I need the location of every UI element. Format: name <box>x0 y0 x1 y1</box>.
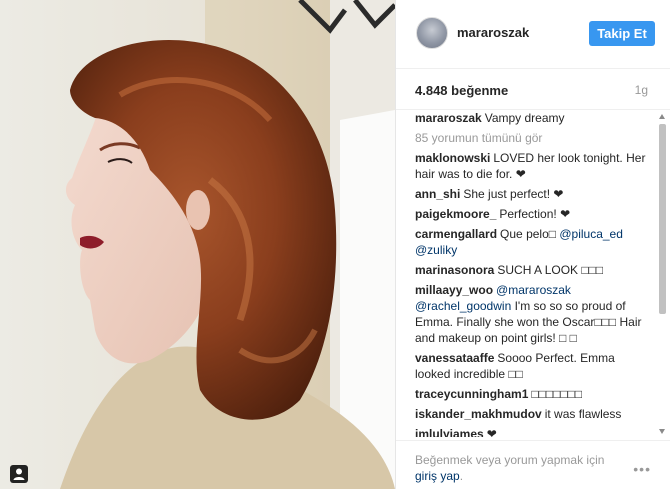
caption-username[interactable]: mararoszak <box>415 111 482 125</box>
post-header: mararoszak Takip Et <box>396 0 670 69</box>
tagged-user-icon[interactable] <box>10 465 28 483</box>
comment-username[interactable]: maklonowski <box>415 151 490 165</box>
scroll-up-icon[interactable] <box>659 114 665 119</box>
comments-list[interactable]: mararoszak Vampy dreamy 85 yorumun tümünü… <box>415 110 651 437</box>
comment-item: ann_shi She just perfect! ❤ <box>415 186 651 202</box>
comment-username[interactable]: imlulyjames <box>415 427 484 437</box>
mention-link[interactable]: @rachel_goodwin <box>415 299 511 313</box>
comment-username[interactable]: paigekmoore_ <box>415 207 496 221</box>
avatar[interactable] <box>416 17 448 49</box>
comment-username[interactable]: marinasonora <box>415 263 494 277</box>
login-link[interactable]: giriş yap <box>415 469 460 483</box>
comment-item: paigekmoore_ Perfection! ❤ <box>415 206 651 222</box>
login-prompt: Beğenmek veya yorum yapmak için giriş ya… <box>415 452 615 484</box>
comment-item: vanessataaffe Soooo Perfect. Emma looked … <box>415 350 651 382</box>
comment-text: it was flawless <box>544 407 622 421</box>
comment-username[interactable]: carmengallard <box>415 227 497 241</box>
username[interactable]: mararoszak <box>457 25 529 40</box>
comment-item: iskander_makhmudov it was flawless <box>415 406 651 422</box>
comment-item: marinasonora SUCH A LOOK □□□ <box>415 262 651 278</box>
mention-link[interactable]: @mararoszak <box>496 283 571 297</box>
caption-text: Vampy dreamy <box>484 111 565 125</box>
likes-count[interactable]: 4.848 beğenme <box>415 83 508 98</box>
comment-username[interactable]: ann_shi <box>415 187 460 201</box>
portrait-image <box>0 0 395 489</box>
comment-container: maklonowski LOVED her look tonight. Her h… <box>415 150 651 437</box>
comment-item: imlulyjames ❤ <box>415 426 651 437</box>
comment-text: She just perfect! ❤ <box>463 187 564 201</box>
comment-text: Que pelo□ <box>500 227 560 241</box>
post-sidebar: mararoszak Takip Et 4.848 beğenme 1g mar… <box>395 0 670 489</box>
login-prompt-text: Beğenmek veya yorum yapmak için <box>415 453 605 467</box>
scroll-down-icon[interactable] <box>659 429 665 434</box>
post-footer: Beğenmek veya yorum yapmak için giriş ya… <box>396 440 670 489</box>
comment-item: maklonowski LOVED her look tonight. Her h… <box>415 150 651 182</box>
scrollbar-thumb[interactable] <box>659 124 666 314</box>
caption: mararoszak Vampy dreamy <box>415 110 651 126</box>
comment-username[interactable]: millaayy_woo <box>415 283 493 297</box>
comment-username[interactable]: iskander_makhmudov <box>415 407 542 421</box>
ellipsis-icon[interactable]: ••• <box>633 461 651 477</box>
comment-text: ❤ <box>486 427 497 437</box>
follow-button[interactable]: Takip Et <box>589 21 655 46</box>
login-prompt-suffix: . <box>459 469 464 483</box>
instagram-post-embed: mararoszak Takip Et 4.848 beğenme 1g mar… <box>0 0 670 489</box>
post-meta: 4.848 beğenme 1g <box>396 69 670 110</box>
comment-item: millaayy_woo @mararoszak @rachel_goodwin … <box>415 282 651 346</box>
mention-link[interactable]: @zuliky <box>415 243 457 257</box>
comment-item: carmengallard Que pelo□ @piluca_ed @zulik… <box>415 226 651 258</box>
comment-text: Perfection! ❤ <box>499 207 571 221</box>
comment-username[interactable]: traceycunningham1 <box>415 387 528 401</box>
mention-link[interactable]: @piluca_ed <box>559 227 623 241</box>
comment-username[interactable]: vanessataaffe <box>415 351 494 365</box>
post-photo[interactable] <box>0 0 395 489</box>
post-time[interactable]: 1g <box>635 83 648 97</box>
view-all-comments-link[interactable]: 85 yorumun tümünü gör <box>415 130 651 146</box>
comments-scrollbar[interactable] <box>658 110 667 438</box>
comment-item: traceycunningham1 □□□□□□□ <box>415 386 651 402</box>
comment-text: SUCH A LOOK □□□ <box>497 263 604 277</box>
comment-text: □□□□□□□ <box>531 387 583 401</box>
